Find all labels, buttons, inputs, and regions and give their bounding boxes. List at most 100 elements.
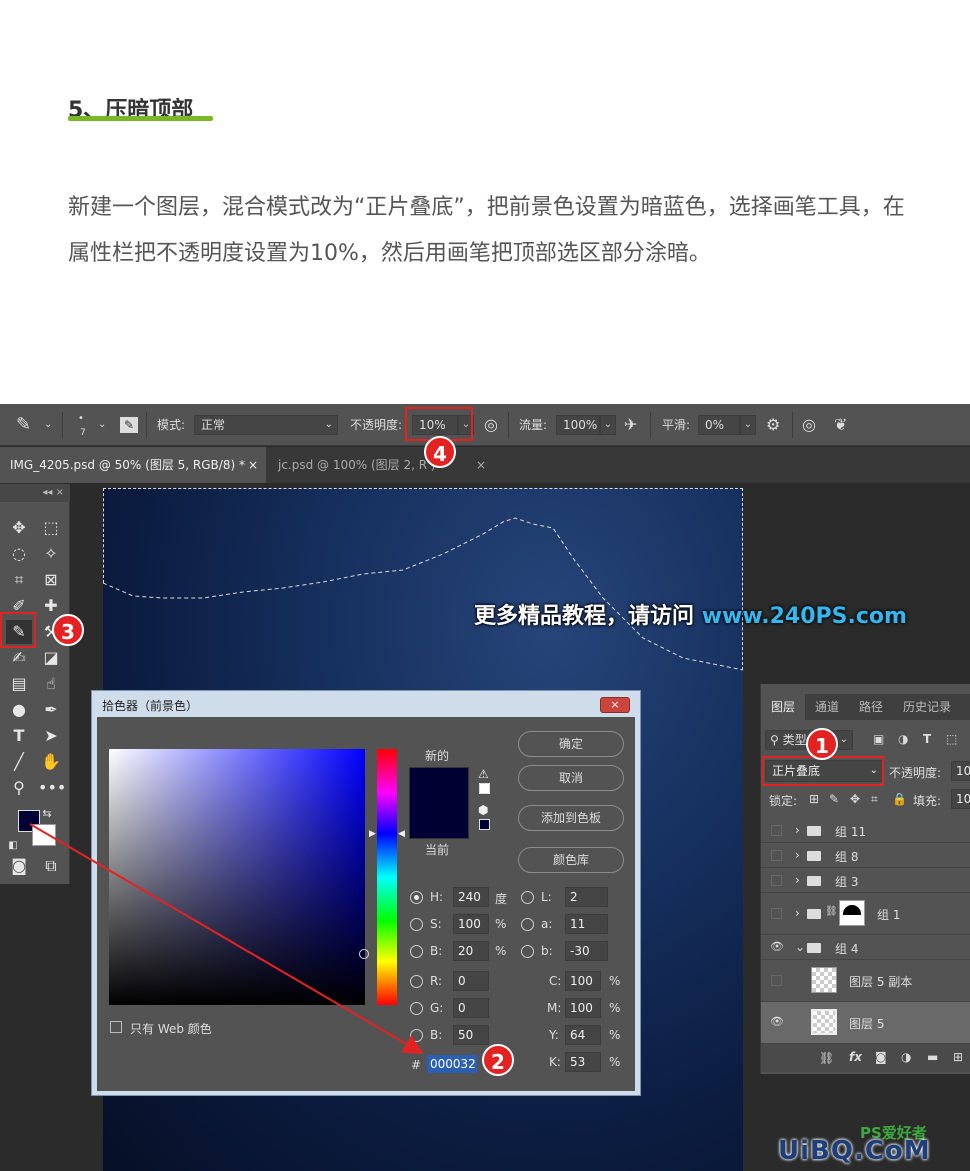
current-color-swatch[interactable]	[409, 803, 469, 839]
hue-slider[interactable]	[377, 749, 397, 1005]
quick-mask-icon[interactable]: ◙	[6, 854, 32, 878]
hand-tool-icon[interactable]: ✋	[38, 750, 64, 774]
lock-all-icon[interactable]: 🔒	[892, 792, 907, 806]
gear-icon[interactable]: ⚙	[766, 404, 780, 446]
gradient-tool-icon[interactable]: ▤	[6, 672, 32, 696]
swap-colors-icon[interactable]: ⇆	[40, 802, 54, 826]
close-icon[interactable]: ×	[248, 447, 258, 483]
mode-select[interactable]: 正常 ⌄	[194, 415, 338, 435]
a-radio[interactable]	[521, 918, 534, 931]
zoom-tool-icon[interactable]: ⚲	[6, 776, 32, 800]
pen-tool-icon[interactable]: ✒	[38, 698, 64, 722]
layer-row-layer-5[interactable]: 👁 图层 5	[761, 1002, 970, 1044]
g-field[interactable]: 0	[453, 998, 489, 1018]
chevron-down-icon[interactable]: ⌄	[44, 404, 52, 446]
tab-layers[interactable]: 图层	[761, 694, 806, 720]
eye-icon[interactable]: 👁	[770, 940, 784, 953]
close-icon[interactable]: ×	[600, 697, 630, 713]
h-field[interactable]: 240	[453, 887, 489, 907]
gamut-swatch[interactable]	[479, 783, 490, 794]
magic-wand-tool-icon[interactable]: ✧	[38, 542, 64, 566]
chevron-right-icon[interactable]: ›	[795, 906, 800, 920]
visibility-toggle[interactable]	[771, 908, 782, 919]
tab-paths[interactable]: 路径	[849, 694, 893, 720]
y-field[interactable]: 64	[565, 1025, 601, 1045]
chevron-right-icon[interactable]: ›	[795, 873, 800, 887]
crop-tool-icon[interactable]: ⌗	[6, 568, 32, 592]
marquee-tool-icon[interactable]: ⬚	[38, 516, 64, 540]
pressure-opacity-icon[interactable]: ◎	[484, 404, 498, 446]
saturation-brightness-field[interactable]	[109, 749, 365, 1005]
lock-pixels-icon[interactable]: ✎	[829, 792, 839, 806]
close-icon[interactable]: ×	[476, 447, 486, 483]
layer-row-group-11[interactable]: › 组 11	[761, 818, 970, 843]
link-layers-icon[interactable]: ⛓	[819, 1051, 834, 1065]
tab-jc[interactable]: jc.psd @ 100% (图层 2, R ) * ×	[268, 447, 494, 483]
layer-thumbnail[interactable]	[811, 1009, 837, 1035]
k-field[interactable]: 53	[565, 1052, 601, 1072]
visibility-toggle[interactable]	[771, 875, 782, 886]
lasso-tool-icon[interactable]: ◌	[6, 542, 32, 566]
web-safe-swatch[interactable]	[479, 819, 490, 830]
layer-row-group-3[interactable]: › 组 3	[761, 868, 970, 893]
chevron-right-icon[interactable]: ›	[795, 848, 800, 862]
tab-history[interactable]: 历史记录	[893, 694, 961, 720]
layer-row-layer-5-copy[interactable]: 图层 5 副本	[761, 960, 970, 1002]
type-filter-icon[interactable]: T	[923, 732, 931, 746]
eraser-tool-icon[interactable]: ◪	[38, 646, 64, 670]
chevron-right-icon[interactable]: ›	[795, 823, 800, 837]
type-tool-icon[interactable]: T	[6, 724, 32, 748]
path-selection-tool-icon[interactable]: ➤	[38, 724, 64, 748]
hue-slider-left-arrow-icon[interactable]: ▶	[369, 829, 376, 839]
fx-icon[interactable]: fx	[849, 1050, 862, 1064]
tools-panel-header[interactable]: ◂◂ ×	[0, 484, 70, 502]
adjustment-filter-icon[interactable]: ◑	[898, 732, 908, 746]
flow-dropdown[interactable]: ⌄	[600, 415, 616, 435]
symmetry-butterfly-icon[interactable]: ❦	[834, 404, 847, 446]
more-tools-icon[interactable]: •••	[38, 776, 66, 800]
visibility-toggle[interactable]	[771, 850, 782, 861]
tab-img-4205[interactable]: IMG_4205.psd @ 50% (图层 5, RGB/8) * ×	[0, 447, 266, 483]
gamut-warning-icon[interactable]: ⚠	[478, 767, 489, 781]
s-field[interactable]: 100	[453, 914, 489, 934]
blue-radio[interactable]	[410, 1029, 423, 1042]
color-libraries-button[interactable]: 颜色库	[518, 847, 624, 873]
layer-mask-thumbnail[interactable]	[839, 900, 865, 926]
b-radio[interactable]	[410, 945, 423, 958]
a-field[interactable]: 11	[565, 914, 608, 934]
r-radio[interactable]	[410, 975, 423, 988]
line-tool-icon[interactable]: ╱	[6, 750, 32, 774]
move-tool-icon[interactable]: ✥	[6, 516, 32, 540]
screen-mode-icon[interactable]: ⧉	[38, 854, 64, 878]
background-color-swatch[interactable]	[32, 824, 56, 846]
airbrush-icon[interactable]: ✈	[624, 404, 637, 446]
pressure-size-icon[interactable]: ◎	[802, 404, 816, 446]
history-brush-tool-icon[interactable]: ✍	[6, 646, 32, 670]
color-marker[interactable]	[359, 949, 369, 959]
s-radio[interactable]	[410, 918, 423, 931]
layer-row-group-8[interactable]: › 组 8	[761, 843, 970, 868]
lock-position-icon[interactable]: ✥	[850, 792, 860, 806]
fill-input[interactable]: 100	[951, 789, 970, 809]
layer-opacity-input[interactable]: 100	[951, 761, 970, 781]
l-field[interactable]: 2	[565, 887, 608, 907]
smoothing-input[interactable]: 0%	[698, 415, 740, 435]
brush-picker-chevron-icon[interactable]: ⌄	[98, 404, 106, 446]
lock-artboard-icon[interactable]: ⌗	[871, 792, 878, 807]
add-mask-icon[interactable]: ◙	[875, 1050, 887, 1064]
m-field[interactable]: 100	[565, 998, 601, 1018]
frame-tool-icon[interactable]: ⊠	[38, 568, 64, 592]
layer-row-group-1[interactable]: › ⛓ 组 1	[761, 893, 970, 935]
visibility-toggle[interactable]	[771, 825, 782, 836]
flow-input[interactable]: 100%	[556, 415, 600, 435]
adjustment-layer-icon[interactable]: ◑	[901, 1050, 911, 1064]
brush-tool-preset-icon[interactable]: ✎	[16, 404, 31, 446]
shape-filter-icon[interactable]: ⬚	[946, 732, 957, 746]
r-field[interactable]: 0	[453, 971, 489, 991]
layer-thumbnail[interactable]	[811, 967, 837, 993]
lab-b-field[interactable]: -30	[565, 941, 608, 961]
tab-channels[interactable]: 通道	[805, 694, 849, 720]
chevron-down-icon[interactable]: ⌄	[795, 940, 805, 954]
web-colors-only-checkbox[interactable]	[110, 1021, 122, 1033]
g-radio[interactable]	[410, 1002, 423, 1015]
